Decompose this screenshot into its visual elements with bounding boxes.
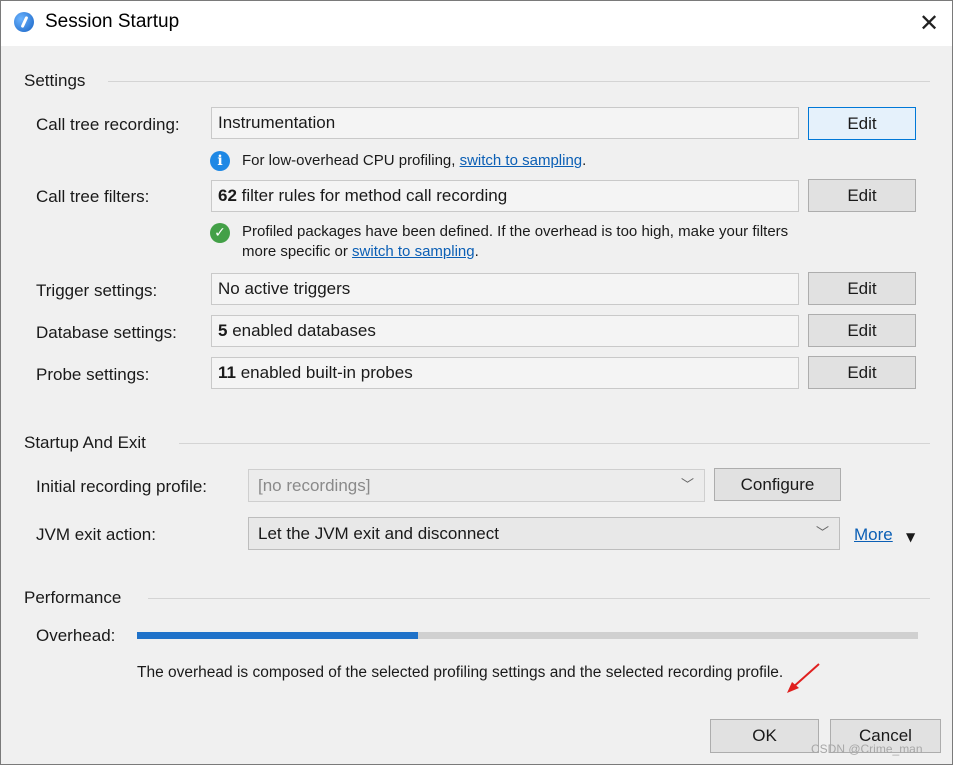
filters-switch-to-sampling-link[interactable]: switch to sampling — [352, 243, 475, 260]
check-circle-icon: ✓ — [210, 223, 230, 243]
database-settings-field: 5 enabled databases — [211, 315, 799, 347]
jvm-exit-action-select[interactable]: Let the JVM exit and disconnect ﹀ — [248, 517, 840, 550]
startup-exit-section-title: Startup And Exit — [24, 433, 146, 452]
filters-note-line1: Profiled packages have been defined. If … — [242, 223, 789, 240]
session-startup-dialog: Session Startup ✕ Settings Call tree rec… — [0, 0, 953, 765]
database-settings-edit-button[interactable]: Edit — [808, 314, 916, 347]
ok-button[interactable]: OK — [710, 719, 819, 753]
caret-down-icon[interactable]: ▼ — [906, 530, 915, 544]
probe-count: 11 — [218, 363, 236, 382]
jvm-exit-action-value: Let the JVM exit and disconnect — [258, 524, 499, 543]
trigger-settings-label: Trigger settings: — [36, 281, 158, 300]
initial-recording-profile-label: Initial recording profile: — [36, 477, 208, 496]
call-tree-filters-label: Call tree filters: — [36, 187, 150, 206]
filters-note-line2-text: more specific or — [242, 243, 353, 260]
settings-divider — [108, 81, 930, 82]
probe-settings-edit-button[interactable]: Edit — [808, 356, 916, 389]
filters-note-suffix: . — [474, 243, 479, 260]
filters-defined-note: Profiled packages have been defined. If … — [242, 222, 922, 262]
switch-to-sampling-link[interactable]: switch to sampling — [460, 152, 583, 169]
trigger-settings-edit-button[interactable]: Edit — [808, 272, 916, 305]
overhead-label: Overhead: — [36, 626, 116, 645]
probe-settings-value: enabled built-in probes — [235, 363, 413, 382]
settings-section-title: Settings — [24, 71, 86, 90]
database-settings-value: enabled databases — [227, 321, 376, 340]
trigger-settings-field: No active triggers — [211, 273, 799, 305]
call-tree-filters-field: 62 filter rules for method call recordin… — [211, 180, 799, 212]
cpu-profiling-note: For low-overhead CPU profiling, switch t… — [242, 151, 586, 171]
jprofiler-app-icon — [14, 12, 34, 32]
call-tree-recording-value: Instrumentation — [218, 113, 336, 132]
cpu-note-text: For low-overhead CPU profiling, — [242, 152, 460, 169]
call-tree-filters-value: filter rules for method call recording — [236, 186, 508, 205]
chevron-down-icon: ﹀ — [680, 478, 694, 493]
overhead-description: The overhead is composed of the selected… — [137, 664, 784, 681]
initial-recording-profile-value: [no recordings] — [258, 476, 371, 495]
configure-button[interactable]: Configure — [714, 468, 841, 501]
startup-exit-divider — [179, 443, 930, 444]
more-link[interactable]: More — [854, 525, 893, 545]
title-bar: Session Startup ✕ — [1, 1, 952, 46]
trigger-settings-value: No active triggers — [218, 279, 351, 298]
performance-section-title: Performance — [24, 588, 122, 607]
database-settings-label: Database settings: — [36, 323, 177, 342]
call-tree-recording-edit-button[interactable]: Edit — [808, 107, 916, 140]
jvm-exit-action-label: JVM exit action: — [36, 525, 156, 544]
filters-note-line2: more specific or switch to sampling. — [242, 242, 922, 262]
probe-settings-field: 11 enabled built-in probes — [211, 357, 799, 389]
call-tree-recording-label: Call tree recording: — [36, 115, 180, 134]
overhead-progress-fill — [137, 632, 419, 639]
overhead-progress-bar — [137, 632, 918, 639]
initial-recording-profile-select: [no recordings] ﹀ — [248, 469, 705, 502]
filter-rules-count: 62 — [218, 186, 237, 205]
call-tree-recording-field: Instrumentation — [211, 107, 799, 139]
dialog-title: Session Startup — [45, 11, 180, 32]
close-icon[interactable]: ✕ — [906, 1, 952, 46]
probe-settings-label: Probe settings: — [36, 365, 150, 384]
chevron-down-icon: ﹀ — [815, 526, 829, 541]
info-icon: i — [210, 151, 230, 171]
performance-divider — [148, 598, 930, 599]
cpu-note-suffix: . — [582, 152, 587, 169]
red-arrow-annotation — [787, 663, 820, 693]
call-tree-filters-edit-button[interactable]: Edit — [808, 179, 916, 212]
watermark: CSDN @Crime_man — [811, 742, 923, 756]
